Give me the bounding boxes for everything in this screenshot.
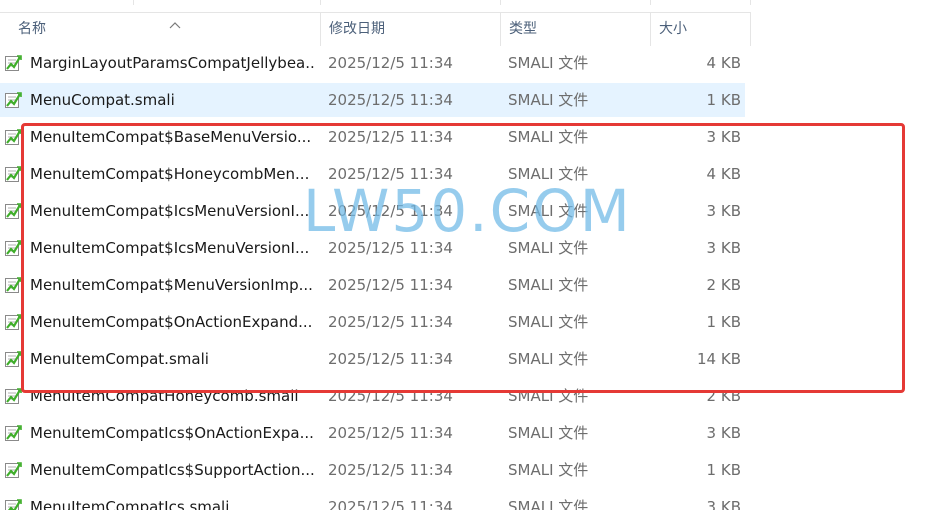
smali-file-icon [5,129,22,145]
file-name: MenuItemCompat.smali [30,350,209,368]
file-type: SMALI 文件 [508,498,589,510]
file-modified-date: 2025/12/5 11:34 [328,276,453,294]
toolbar-divider [320,0,321,5]
file-size: 1 KB [706,461,741,479]
file-name: MenuItemCompatHoneycomb.smali [30,387,299,405]
file-row[interactable]: MenuItemCompat$HoneycombMen... 2025/12/5 … [0,157,745,191]
file-size: 14 KB [697,350,741,368]
file-size: 3 KB [706,239,741,257]
toolbar-divider [650,0,651,5]
file-name: MenuItemCompat$IcsMenuVersionI... [30,202,310,220]
file-modified-date: 2025/12/5 11:34 [328,313,453,331]
file-size: 2 KB [706,387,741,405]
file-modified-date: 2025/12/5 11:34 [328,387,453,405]
smali-file-icon [5,166,22,182]
column-header-type-label: 类型 [509,21,537,37]
file-name: MenuItemCompat$MenuVersionImp... [30,276,313,294]
file-type: SMALI 文件 [508,54,589,72]
file-size: 4 KB [706,165,741,183]
column-header-type[interactable]: 类型 [501,13,651,46]
file-row[interactable]: MenuItemCompat.smali 2025/12/5 11:34 SMALI… [0,342,745,376]
column-header-size-label: 大小 [659,21,687,37]
file-modified-date: 2025/12/5 11:34 [328,424,453,442]
file-name: MenuItemCompat$BaseMenuVersio... [30,128,312,146]
file-size: 1 KB [706,313,741,331]
file-type: SMALI 文件 [508,350,589,368]
smali-file-icon [5,351,22,367]
file-size: 3 KB [706,128,741,146]
file-type: SMALI 文件 [508,424,589,442]
toolbar-divider [750,0,751,5]
file-modified-date: 2025/12/5 11:34 [328,91,453,109]
smali-file-icon [5,388,22,404]
file-modified-date: 2025/12/5 11:34 [328,128,453,146]
file-name: MarginLayoutParamsCompatJellybea... [30,54,315,72]
file-modified-date: 2025/12/5 11:34 [328,239,453,257]
file-name: MenuCompat.smali [30,91,175,109]
file-size: 3 KB [706,498,741,510]
file-modified-date: 2025/12/5 11:34 [328,461,453,479]
file-type: SMALI 文件 [508,461,589,479]
file-row[interactable]: MarginLayoutParamsCompatJellybea... 2025/… [0,46,745,80]
column-header-name[interactable]: 名称 [10,13,321,46]
smali-file-icon [5,314,22,330]
file-type: SMALI 文件 [508,387,589,405]
file-name: MenuItemCompat$IcsMenuVersionI... [30,239,310,257]
file-type: SMALI 文件 [508,313,589,331]
column-header-date-label: 修改日期 [329,21,385,37]
file-row[interactable]: MenuItemCompat$IcsMenuVersionI... 2025/12… [0,194,745,228]
file-row[interactable]: MenuItemCompat$IcsMenuVersionI... 2025/12… [0,231,745,265]
file-type: SMALI 文件 [508,239,589,257]
file-size: 3 KB [706,202,741,220]
smali-file-icon [5,277,22,293]
file-row[interactable]: MenuItemCompat$MenuVersionImp... 2025/12/… [0,268,745,302]
file-row[interactable]: MenuItemCompatIcs$OnActionExpa... 2025/12… [0,416,745,450]
file-row[interactable]: MenuItemCompat$OnActionExpand... 2025/12/… [0,305,745,339]
smali-file-icon [5,462,22,478]
file-row[interactable]: MenuItemCompatIcs.smali 2025/12/5 11:34 SM… [0,490,745,510]
file-type: SMALI 文件 [508,202,589,220]
file-name: MenuItemCompatIcs$OnActionExpa... [30,424,314,442]
smali-file-icon [5,499,22,510]
file-size: 3 KB [706,424,741,442]
file-modified-date: 2025/12/5 11:34 [328,498,453,510]
column-header: 名称 修改日期 类型 大小 [0,12,751,46]
column-header-date[interactable]: 修改日期 [321,13,501,46]
file-explorer-window: 名称 修改日期 类型 大小 MarginLayoutParamsCompatJe… [0,0,947,510]
smali-file-icon [5,92,22,108]
file-row[interactable]: MenuItemCompat$BaseMenuVersio... 2025/12/… [0,120,745,154]
column-header-name-label: 名称 [18,21,46,37]
column-header-size[interactable]: 大小 [651,13,751,46]
file-name: MenuItemCompat$OnActionExpand... [30,313,313,331]
file-modified-date: 2025/12/5 11:34 [328,202,453,220]
top-toolbar-edge [0,0,947,12]
smali-file-icon [5,55,22,71]
file-type: SMALI 文件 [508,91,589,109]
file-name: MenuItemCompatIcs$SupportAction... [30,461,315,479]
toolbar-divider [133,0,134,5]
file-size: 4 KB [706,54,741,72]
smali-file-icon [5,240,22,256]
smali-file-icon [5,203,22,219]
file-size: 1 KB [706,91,741,109]
file-row[interactable]: MenuCompat.smali 2025/12/5 11:34 SMALI 文件 1… [0,83,745,117]
file-modified-date: 2025/12/5 11:34 [328,350,453,368]
file-name: MenuItemCompat$HoneycombMen... [30,165,310,183]
file-row[interactable]: MenuItemCompatHoneycomb.smali 2025/12/5 1… [0,379,745,413]
file-type: SMALI 文件 [508,165,589,183]
smali-file-icon [5,425,22,441]
file-modified-date: 2025/12/5 11:34 [328,54,453,72]
file-modified-date: 2025/12/5 11:34 [328,165,453,183]
toolbar-divider [500,0,501,5]
file-size: 2 KB [706,276,741,294]
sort-up-arrow-icon [169,22,181,29]
file-row[interactable]: MenuItemCompatIcs$SupportAction... 2025/1… [0,453,745,487]
file-name: MenuItemCompatIcs.smali [30,498,230,510]
file-type: SMALI 文件 [508,128,589,146]
file-type: SMALI 文件 [508,276,589,294]
